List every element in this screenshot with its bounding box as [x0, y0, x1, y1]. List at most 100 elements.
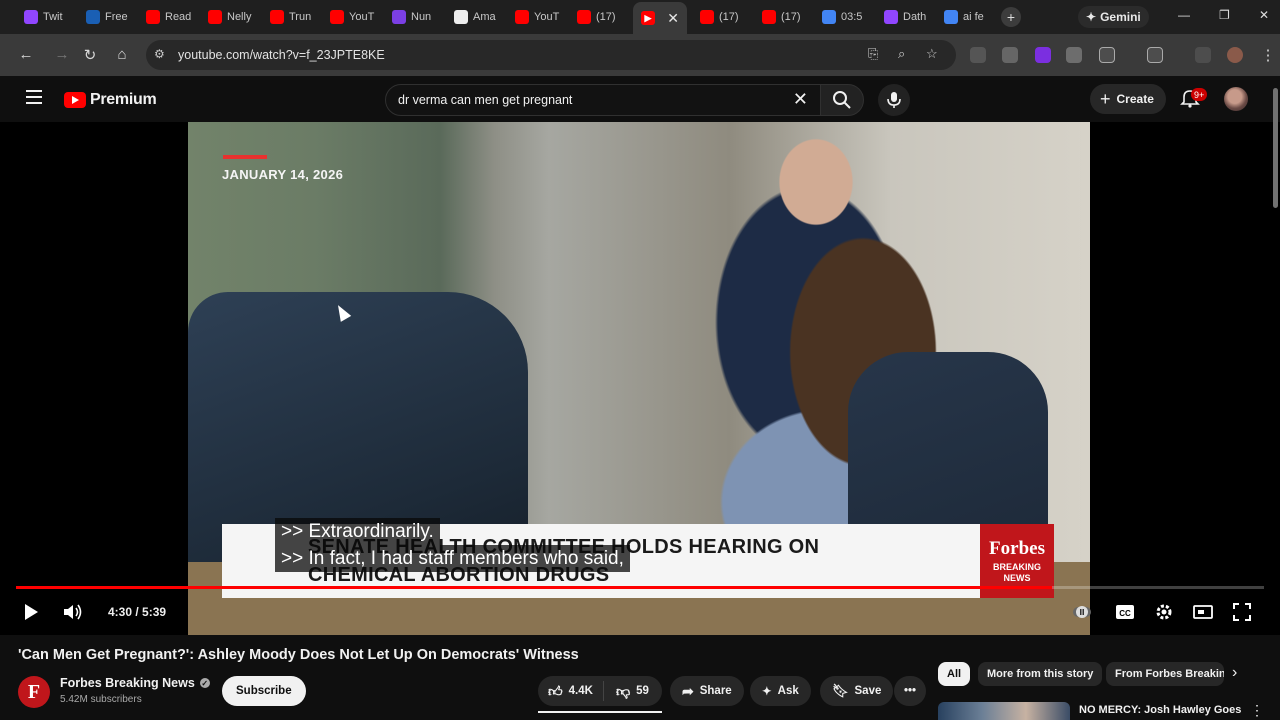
save-button[interactable]: 🔖︎ Save — [820, 676, 894, 706]
youtube-icon: ▶ — [641, 11, 655, 25]
more-vertical-icon[interactable]: ⋮ — [1250, 702, 1264, 719]
browser-tab[interactable]: Nun — [392, 5, 444, 29]
close-window-button[interactable]: ✕ — [1259, 8, 1269, 22]
search-button[interactable] — [820, 84, 864, 116]
chip-all[interactable]: All — [938, 662, 971, 686]
zoom-icon[interactable]: ⌕ — [898, 46, 905, 62]
browser-tab[interactable]: YouT — [330, 5, 382, 29]
twitch-icon — [24, 10, 38, 24]
reload-icon[interactable]: ↻ — [80, 46, 100, 64]
forward-icon[interactable]: → — [52, 46, 72, 63]
play-icon[interactable] — [22, 602, 40, 622]
address-bar[interactable]: ⚙ youtube.com/watch?v=f_23JPTE8KE ⎘ ⌕ ☆ — [146, 40, 956, 70]
sparkle-icon: ✦ — [762, 686, 772, 698]
google-icon — [822, 10, 836, 24]
browser-tab[interactable]: (17) — [762, 5, 814, 29]
tab-active-youtube[interactable]: ▶ ✕ — [633, 2, 687, 34]
browser-tab[interactable]: YouT — [515, 5, 567, 29]
theater-mode-icon[interactable] — [1193, 602, 1213, 622]
settings-gear-icon[interactable] — [1154, 602, 1174, 622]
svg-text:CC: CC — [1119, 609, 1131, 618]
menu-icon[interactable] — [26, 90, 42, 108]
browser-tab[interactable]: (17) — [577, 5, 629, 29]
extension-robot-icon[interactable] — [1002, 47, 1018, 63]
chevron-right-icon[interactable]: › — [1232, 664, 1237, 682]
browser-tab[interactable]: Ama — [454, 5, 506, 29]
browser-tab[interactable]: (17) — [700, 5, 752, 29]
browser-tab[interactable]: Trun — [270, 5, 322, 29]
page-scrollbar[interactable] — [1273, 88, 1278, 208]
browser-tab[interactable]: Dath — [884, 5, 936, 29]
notebook-icon — [392, 10, 406, 24]
browser-tab[interactable]: ai fe — [944, 5, 996, 29]
volume-icon[interactable] — [62, 602, 84, 622]
progress-played — [16, 586, 1052, 589]
extension-shield-icon[interactable] — [1066, 47, 1082, 63]
browser-tab-strip: Twit Free Read Nelly Trun YouT Nun Ama YouT (17) … — [0, 0, 1280, 34]
subscribe-button[interactable]: Subscribe — [222, 676, 306, 706]
like-ratio-bar — [538, 711, 662, 713]
chip-more-from-story[interactable]: More from this story — [978, 662, 1103, 686]
channel-avatar[interactable]: F — [18, 676, 50, 708]
browser-menu-icon[interactable]: ⋮ — [1258, 46, 1278, 64]
browser-tab[interactable]: 03:5 — [822, 5, 874, 29]
youtube-icon — [515, 10, 529, 24]
create-button[interactable]: + Create — [1090, 84, 1166, 114]
url-text: youtube.com/watch?v=f_23JPTE8KE — [178, 48, 385, 62]
search-input[interactable]: dr verma can men get pregnant ✕ — [385, 84, 821, 116]
site-settings-icon[interactable]: ⚙ — [154, 47, 165, 61]
side-panel-icon[interactable] — [1147, 47, 1163, 63]
back-icon[interactable]: ← — [16, 46, 36, 63]
related-video-title[interactable]: NO MERCY: Josh Hawley Goes — [1079, 704, 1241, 716]
youtube-logo-icon — [64, 92, 86, 108]
new-tab-button[interactable]: + — [1001, 7, 1021, 27]
fullscreen-icon[interactable] — [1232, 602, 1252, 622]
progress-bar[interactable] — [16, 586, 1264, 589]
youtube-icon — [577, 10, 591, 24]
video-player[interactable]: JANUARY 14, 2026 SENATE HEALTH COMMITTEE… — [0, 122, 1280, 635]
browser-toolbar: ← → ↻ ⌂ ⚙ youtube.com/watch?v=f_23JPTE8K… — [0, 34, 1280, 76]
close-icon[interactable]: ✕ — [667, 10, 679, 27]
minimize-button[interactable]: — — [1178, 8, 1190, 22]
related-video-thumbnail[interactable] — [938, 702, 1070, 720]
thumbs-up-icon: 👍︎ — [548, 682, 563, 699]
browser-tab[interactable]: Free — [86, 5, 138, 29]
tab-label: (17) — [596, 11, 616, 23]
browser-tab[interactable]: Nelly — [208, 5, 260, 29]
profile-avatar-icon[interactable] — [1227, 47, 1243, 63]
notification-badge: 9+ — [1191, 88, 1208, 101]
more-actions-button[interactable]: ••• — [894, 676, 926, 706]
restore-button[interactable]: ❐ — [1219, 8, 1230, 22]
caption-line-1: >> Extraordinarily. — [275, 518, 440, 545]
browser-tab[interactable]: Read — [146, 5, 198, 29]
share-button[interactable]: ➦ Share — [670, 676, 744, 706]
home-icon[interactable]: ⌂ — [112, 46, 132, 63]
youtube-icon — [330, 10, 344, 24]
browser-tab[interactable]: Twit — [24, 5, 76, 29]
autoplay-toggle-icon[interactable] — [1072, 602, 1092, 622]
media-control-icon[interactable] — [1195, 47, 1211, 63]
extension-purple-icon[interactable] — [1035, 47, 1051, 63]
tab-label: ai fe — [963, 11, 984, 23]
closed-captions: >> Extraordinarily. >> In fact, I had st… — [275, 518, 630, 572]
install-app-icon[interactable]: ⎘ — [868, 46, 878, 62]
extensions-puzzle-icon[interactable] — [1099, 47, 1115, 63]
voice-search-button[interactable] — [878, 84, 910, 116]
dislike-button[interactable]: 👎︎ 59 — [610, 683, 655, 700]
extension-glasses-icon[interactable] — [970, 47, 986, 63]
channel-name[interactable]: Forbes Breaking News ✓ — [60, 676, 210, 690]
tab-label: (17) — [781, 11, 801, 23]
chip-from-forbes[interactable]: From Forbes Breakin — [1106, 662, 1224, 686]
like-button[interactable]: 👍︎ 4.4K — [538, 681, 604, 701]
captions-icon[interactable]: CC — [1115, 602, 1135, 622]
ask-button[interactable]: ✦ Ask — [750, 676, 811, 706]
tab-label: Dath — [903, 11, 927, 23]
youtube-premium-logo[interactable]: Premium — [64, 91, 157, 109]
tab-label: Trun — [289, 11, 312, 23]
clear-search-icon[interactable]: ✕ — [793, 89, 808, 110]
bookmark-star-icon[interactable]: ☆ — [926, 46, 938, 62]
gemini-button[interactable]: ✦ Gemini — [1078, 6, 1149, 28]
google-icon — [944, 10, 958, 24]
tab-label: 03:5 — [841, 11, 863, 23]
account-avatar[interactable] — [1224, 87, 1248, 111]
